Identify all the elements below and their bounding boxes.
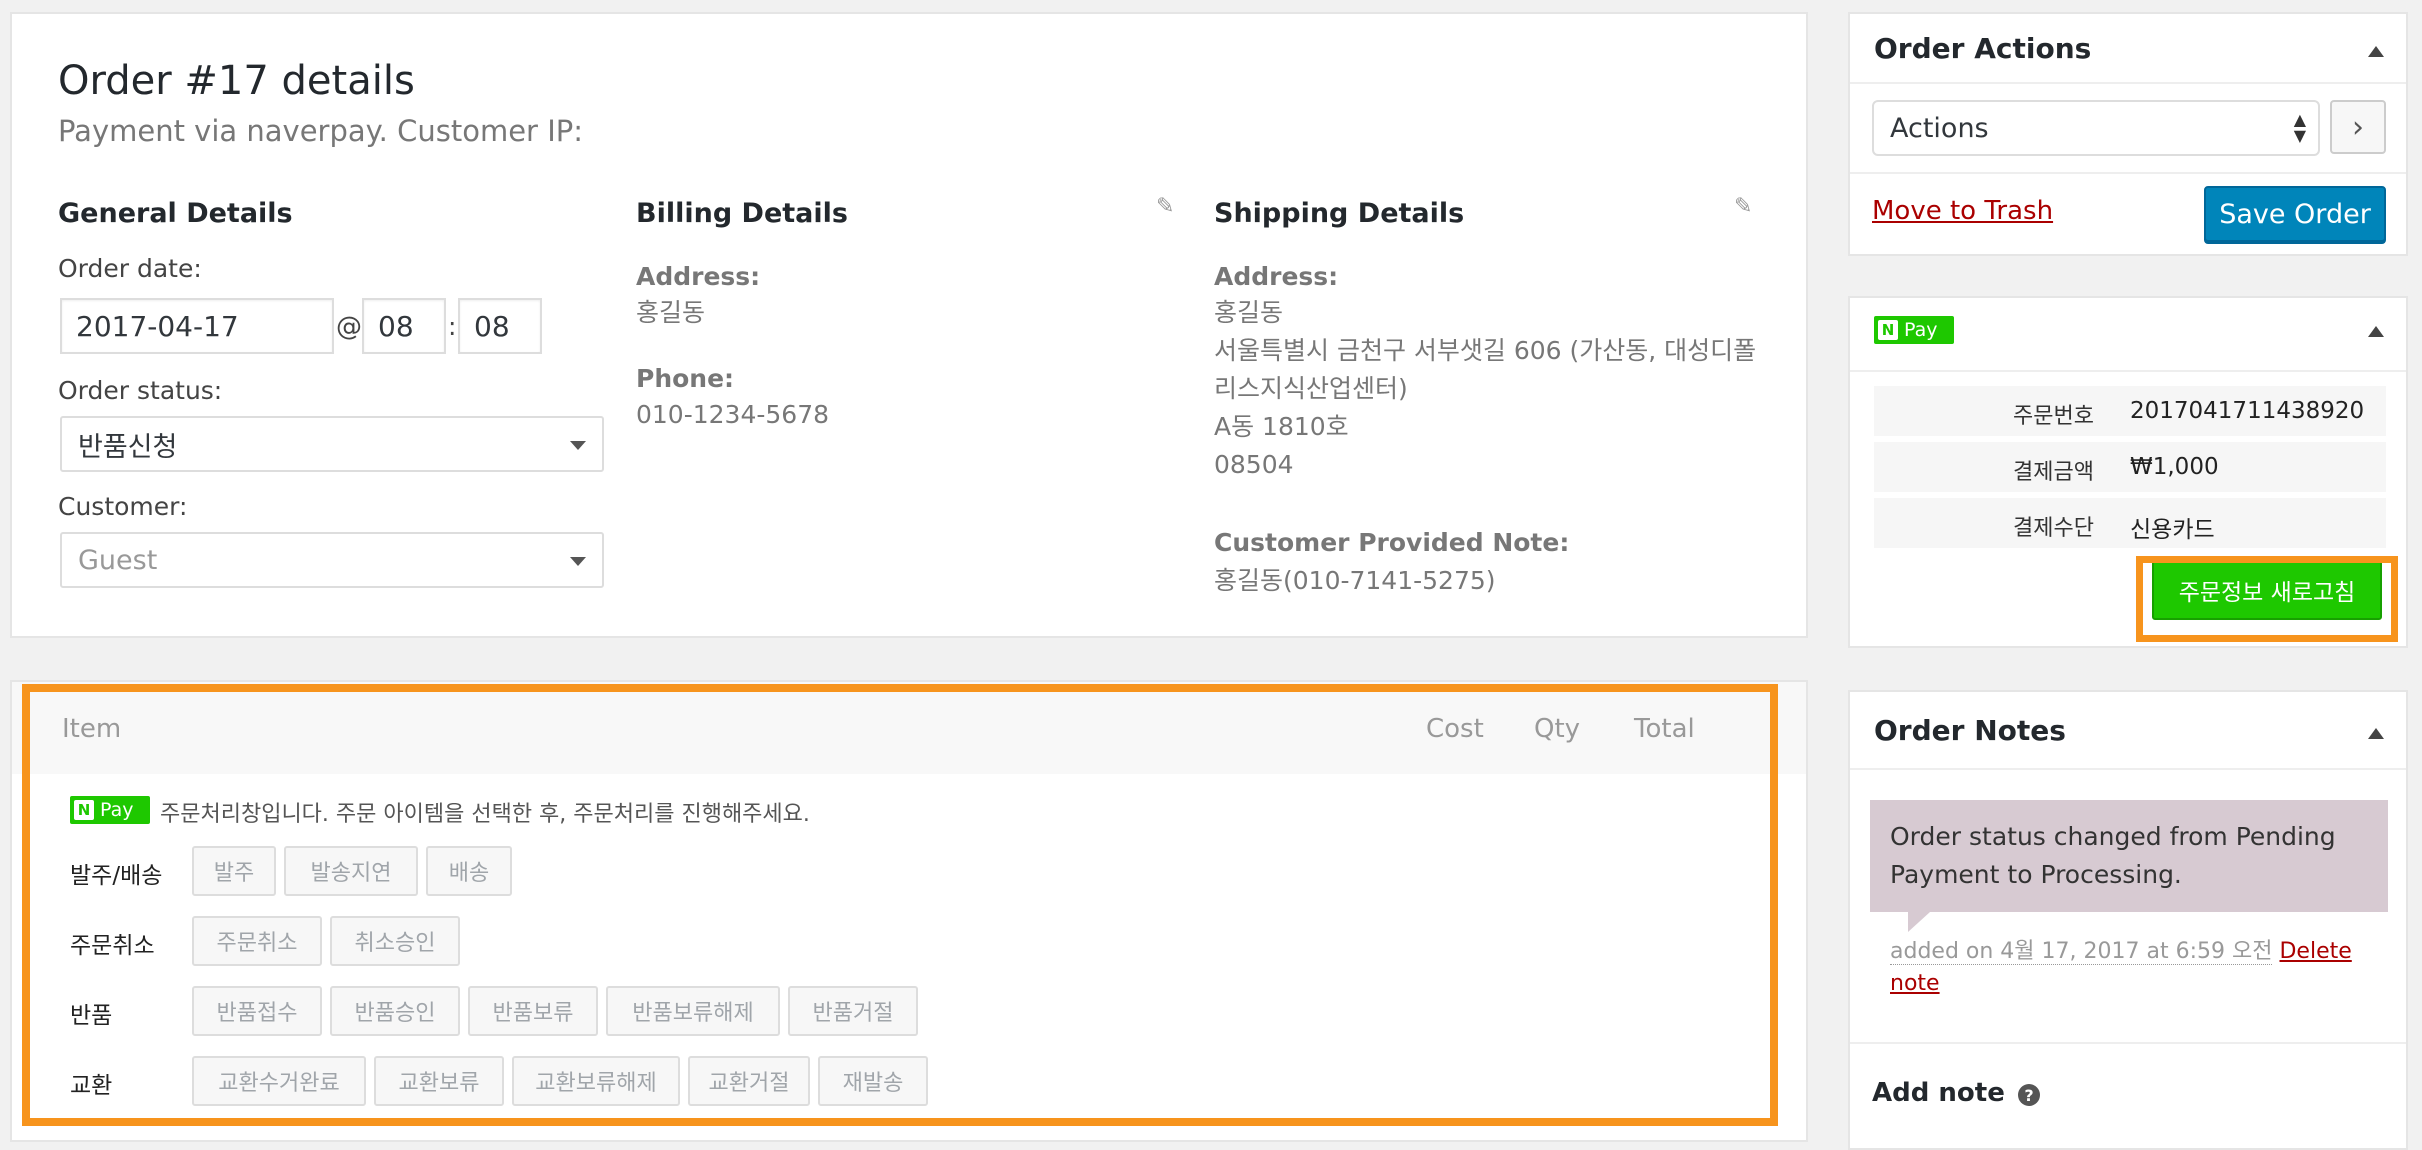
- shipping-address-line: 리스지식산업센터): [1214, 374, 1408, 403]
- billing-details-heading: Billing Details: [636, 198, 848, 229]
- order-status-label: Order status:: [58, 376, 223, 405]
- refresh-highlight-frame: [2136, 556, 2398, 642]
- order-minute-input[interactable]: 08: [458, 298, 542, 354]
- order-date-input[interactable]: 2017-04-17: [60, 298, 334, 354]
- help-icon[interactable]: ?: [2018, 1084, 2040, 1106]
- billing-phone-label: Phone:: [636, 364, 735, 393]
- note-added-date: added on 4월 17, 2017 at 6:59 오전: [1890, 939, 2273, 965]
- naver-n-icon: N: [1878, 320, 1898, 340]
- note-meta: added on 4월 17, 2017 at 6:59 오전 Delete n…: [1890, 936, 2360, 1000]
- delete-note-link[interactable]: note: [1890, 971, 1940, 996]
- divider: [1850, 82, 2406, 84]
- apply-action-button[interactable]: ›: [2330, 100, 2386, 154]
- customer-note: 홍길동(010-7141-5275): [1214, 566, 1496, 595]
- order-number-label: 주문번호: [2013, 404, 2094, 429]
- divider: [1850, 768, 2406, 770]
- payment-method-value: 신용카드: [2130, 517, 2215, 543]
- at-sign: @: [336, 312, 362, 342]
- order-actions-title: Order Actions: [1874, 32, 2092, 65]
- shipping-address-line: A동 1810호: [1214, 412, 1349, 441]
- divider: [1850, 370, 2406, 372]
- payment-method-label: 결제수단: [2013, 516, 2094, 541]
- npay-info-row: 결제금액 ₩1,000: [1874, 442, 2386, 492]
- order-note: Order status changed from Pending Paymen…: [1870, 800, 2388, 912]
- naverpay-badge-text: Pay: [1904, 319, 1938, 341]
- billing-phone: 010-1234-5678: [636, 400, 830, 429]
- collapse-triangle-icon[interactable]: [2368, 728, 2384, 739]
- customer-label: Customer:: [58, 492, 188, 521]
- collapse-triangle-icon[interactable]: [2368, 326, 2384, 337]
- general-details-heading: General Details: [58, 198, 293, 229]
- payment-subtitle: Payment via naverpay. Customer IP:: [58, 114, 584, 148]
- order-actions-select-value: Actions: [1890, 112, 1989, 144]
- chevron-down-icon: [570, 441, 586, 450]
- select-arrows-icon: ▲ ▼: [2293, 110, 2306, 145]
- save-order-button[interactable]: Save Order: [2204, 186, 2386, 242]
- shipping-details-heading: Shipping Details: [1214, 198, 1465, 229]
- delete-note-link[interactable]: Delete: [2279, 939, 2351, 964]
- naverpay-badge: N Pay: [1874, 316, 1954, 344]
- shipping-address-line: 홍길동: [1214, 298, 1284, 327]
- order-details-panel: Order #17 details Payment via naverpay. …: [10, 12, 1808, 638]
- customer-value: Guest: [78, 544, 158, 576]
- order-notes-box: Order Notes Order status changed from Pe…: [1848, 690, 2408, 1150]
- order-number-value: 2017041711438920: [2130, 398, 2365, 424]
- payment-amount-value: ₩1,000: [2130, 454, 2219, 480]
- note-bubble-tail: [1908, 912, 1930, 932]
- billing-address: 홍길동: [636, 298, 706, 327]
- time-colon: :: [448, 312, 457, 341]
- shipping-address-line: 08504: [1214, 450, 1294, 479]
- billing-address-label: Address:: [636, 262, 761, 291]
- npay-info-row: 주문번호 2017041711438920: [1874, 386, 2386, 436]
- customer-select[interactable]: Guest: [60, 532, 604, 588]
- shipping-address-label: Address:: [1214, 262, 1339, 291]
- order-actions-box: Order Actions Actions ▲ ▼ › Move to Trash…: [1848, 12, 2408, 256]
- customer-note-label: Customer Provided Note:: [1214, 528, 1570, 557]
- divider: [1850, 1042, 2406, 1044]
- npay-info-row: 결제수단 신용카드: [1874, 498, 2386, 548]
- edit-shipping-pencil-icon[interactable]: ✎: [1734, 194, 1752, 219]
- shipping-address-line: 서울특별시 금천구 서부샛길 606 (가산동, 대성디폴: [1214, 336, 1757, 365]
- chevron-down-icon: [570, 557, 586, 566]
- order-hour-input[interactable]: 08: [362, 298, 446, 354]
- divider: [1850, 172, 2406, 174]
- order-status-value: 반품신청: [78, 431, 178, 463]
- add-note-label: Add note: [1872, 1078, 2005, 1108]
- payment-amount-label: 결제금액: [2013, 460, 2094, 485]
- edit-billing-pencil-icon[interactable]: ✎: [1156, 194, 1174, 219]
- order-actions-select[interactable]: Actions ▲ ▼: [1872, 100, 2320, 156]
- order-date-label: Order date:: [58, 254, 202, 283]
- page-title: Order #17 details: [58, 58, 415, 104]
- order-status-select[interactable]: 반품신청: [60, 416, 604, 472]
- collapse-triangle-icon[interactable]: [2368, 46, 2384, 57]
- items-highlight-frame: [22, 684, 1778, 1126]
- order-notes-title: Order Notes: [1874, 714, 2066, 747]
- move-to-trash-link[interactable]: Move to Trash: [1872, 196, 2053, 226]
